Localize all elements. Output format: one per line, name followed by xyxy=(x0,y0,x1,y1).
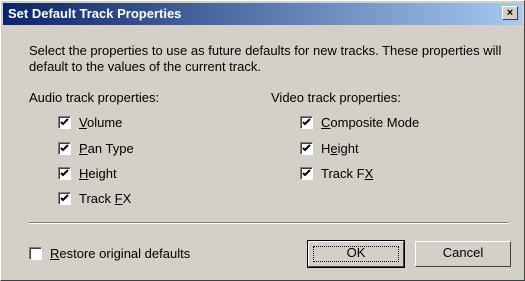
video-properties-heading: Video track properties: xyxy=(271,90,401,105)
title-bar[interactable]: Set Default Track Properties × xyxy=(3,3,522,25)
checkmark-icon xyxy=(302,169,311,177)
checkbox-label: Pan Type xyxy=(79,141,134,156)
checkbox-label: Restore original defaults xyxy=(50,246,191,261)
audio-properties-heading: Audio track properties: xyxy=(29,90,160,105)
set-default-track-properties-dialog: Set Default Track Properties × Select th… xyxy=(0,0,525,281)
dialog-title: Set Default Track Properties xyxy=(8,6,182,21)
checkmark-icon xyxy=(60,194,69,202)
checkbox-label: Height xyxy=(321,141,359,156)
checkbox-box[interactable] xyxy=(58,192,71,205)
checkmark-icon xyxy=(60,169,69,177)
checkbox-label: Composite Mode xyxy=(321,115,420,130)
checkbox-box[interactable] xyxy=(300,167,313,180)
cancel-button-label: Cancel xyxy=(442,245,484,260)
checkbox-box[interactable] xyxy=(300,116,313,129)
close-button[interactable]: × xyxy=(502,6,518,20)
checkmark-icon xyxy=(302,144,311,152)
checkbox-box[interactable] xyxy=(58,116,71,129)
checkmark-icon xyxy=(60,118,69,126)
checkbox-box[interactable] xyxy=(300,142,313,155)
checkbox-label: Volume xyxy=(79,115,123,130)
checkbox-box[interactable] xyxy=(58,142,71,155)
ok-button[interactable]: OK xyxy=(307,240,405,268)
checkmark-icon xyxy=(60,144,69,152)
description-text: Select the properties to use as future d… xyxy=(29,43,502,74)
checkbox-label: Track FX xyxy=(79,191,132,206)
cancel-button[interactable]: Cancel xyxy=(415,241,511,267)
ok-button-label: OK xyxy=(346,245,366,260)
checkbox-box[interactable] xyxy=(58,167,71,180)
checkmark-icon xyxy=(302,118,311,126)
divider xyxy=(29,222,509,224)
close-icon: × xyxy=(506,7,514,19)
checkbox-label: Track FX xyxy=(321,166,374,181)
checkbox-box[interactable] xyxy=(29,247,42,260)
checkbox-label: Height xyxy=(79,166,117,181)
